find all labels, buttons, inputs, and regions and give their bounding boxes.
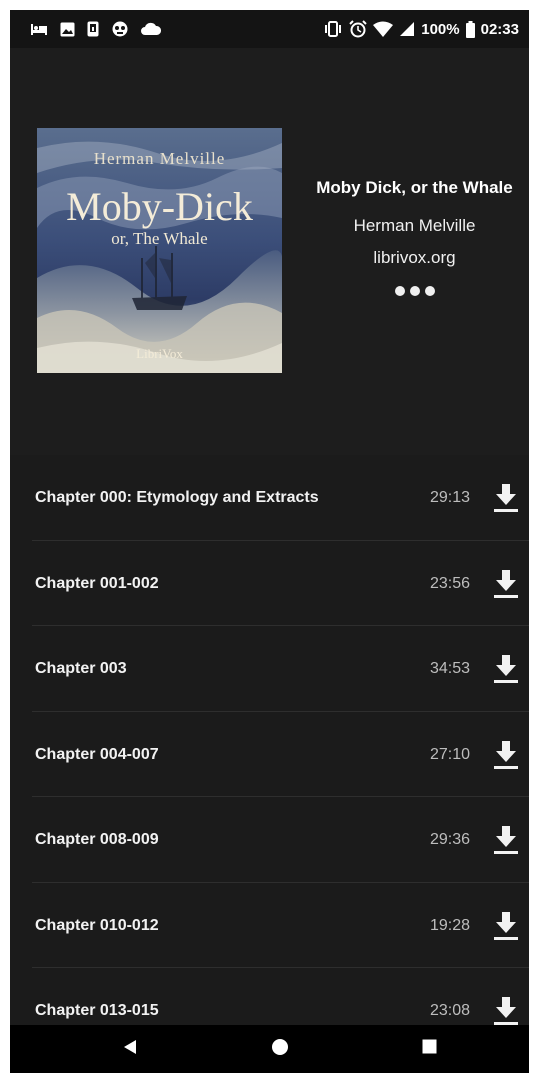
battery-percent: 100% bbox=[421, 20, 460, 38]
list-item[interactable]: Chapter 001-002 23:56 bbox=[10, 541, 529, 627]
book-title: Moby Dick, or the Whale bbox=[316, 178, 513, 197]
home-circle-icon bbox=[271, 1038, 289, 1061]
chapter-title: Chapter 008-009 bbox=[35, 831, 159, 848]
cover-subtitle-text: or, The Whale bbox=[111, 229, 207, 248]
navigation-bar bbox=[10, 1025, 529, 1073]
more-horizontal-icon bbox=[394, 286, 405, 296]
download-icon[interactable] bbox=[491, 567, 521, 601]
chapter-title: Chapter 000: Etymology and Extracts bbox=[35, 489, 319, 506]
list-item[interactable]: Chapter 008-009 29:36 bbox=[10, 797, 529, 883]
download-icon[interactable] bbox=[491, 652, 521, 686]
bed-icon bbox=[30, 22, 48, 36]
book-source[interactable]: librivox.org bbox=[300, 248, 529, 268]
more-options-button[interactable] bbox=[389, 282, 441, 300]
list-item[interactable]: Chapter 003 34:53 bbox=[10, 626, 529, 712]
chapter-title: Chapter 001-002 bbox=[35, 574, 159, 592]
recents-square-icon bbox=[422, 1039, 437, 1059]
chapter-title: Chapter 013-015 bbox=[35, 1002, 159, 1019]
wifi-icon bbox=[373, 21, 394, 37]
chapter-duration: 23:56 bbox=[429, 574, 470, 592]
download-icon[interactable] bbox=[491, 481, 521, 515]
phone-icon bbox=[87, 21, 99, 37]
back-button[interactable] bbox=[100, 1025, 160, 1073]
chapter-duration: 19:28 bbox=[429, 916, 470, 934]
chapter-list: Chapter 000: Etymology and Extracts 29:1… bbox=[10, 455, 529, 1025]
chapter-duration: 29:36 bbox=[429, 831, 470, 848]
signal-icon bbox=[399, 21, 415, 37]
status-bar: 100% 02:33 bbox=[10, 10, 529, 48]
recents-button[interactable] bbox=[399, 1025, 459, 1073]
chapter-duration: 23:08 bbox=[429, 1002, 470, 1019]
clock: 02:33 bbox=[480, 20, 519, 38]
status-notifications bbox=[30, 10, 161, 48]
chapter-duration: 29:13 bbox=[429, 489, 470, 506]
list-item[interactable]: Chapter 004-007 27:10 bbox=[10, 712, 529, 798]
cover-publisher-text: LibriVox bbox=[136, 346, 183, 361]
more-dot bbox=[409, 286, 420, 296]
list-item[interactable]: Chapter 013-015 23:08 bbox=[10, 968, 529, 1025]
cloud-icon bbox=[141, 22, 161, 36]
book-header: Herman Melville Moby-Dick or, The Whale … bbox=[10, 48, 529, 455]
chapter-title: Chapter 004-007 bbox=[35, 745, 159, 763]
battery-icon bbox=[465, 20, 475, 38]
book-cover: Herman Melville Moby-Dick or, The Whale … bbox=[37, 128, 282, 373]
vibrate-icon bbox=[323, 21, 343, 37]
back-triangle-icon bbox=[123, 1039, 137, 1060]
book-author[interactable]: Herman Melville bbox=[300, 216, 529, 236]
cover-author-text: Herman Melville bbox=[94, 149, 226, 168]
chapter-duration: 27:10 bbox=[429, 745, 470, 763]
status-system: 100% 02:33 bbox=[323, 10, 519, 48]
book-info: Moby Dick, or the Whale Herman Melville … bbox=[300, 178, 529, 301]
phone-screen: 100% 02:33 Herman Melville Moby-Dick or,… bbox=[10, 10, 529, 1073]
cover-title-text: Moby-Dick bbox=[66, 184, 253, 229]
chapter-title: Chapter 010-012 bbox=[35, 916, 159, 934]
gamepad-icon bbox=[111, 21, 129, 37]
alarm-icon bbox=[349, 20, 367, 38]
list-item[interactable]: Chapter 010-012 19:28 bbox=[10, 883, 529, 969]
image-icon bbox=[60, 22, 75, 37]
list-item[interactable]: Chapter 000: Etymology and Extracts 29:1… bbox=[10, 455, 529, 541]
download-icon[interactable] bbox=[491, 994, 521, 1025]
chapter-duration: 34:53 bbox=[429, 660, 470, 677]
download-icon[interactable] bbox=[491, 909, 521, 943]
download-icon[interactable] bbox=[491, 738, 521, 772]
more-dot bbox=[424, 286, 435, 296]
download-icon[interactable] bbox=[491, 823, 521, 857]
chapter-title: Chapter 003 bbox=[35, 660, 127, 677]
home-button[interactable] bbox=[250, 1025, 310, 1073]
